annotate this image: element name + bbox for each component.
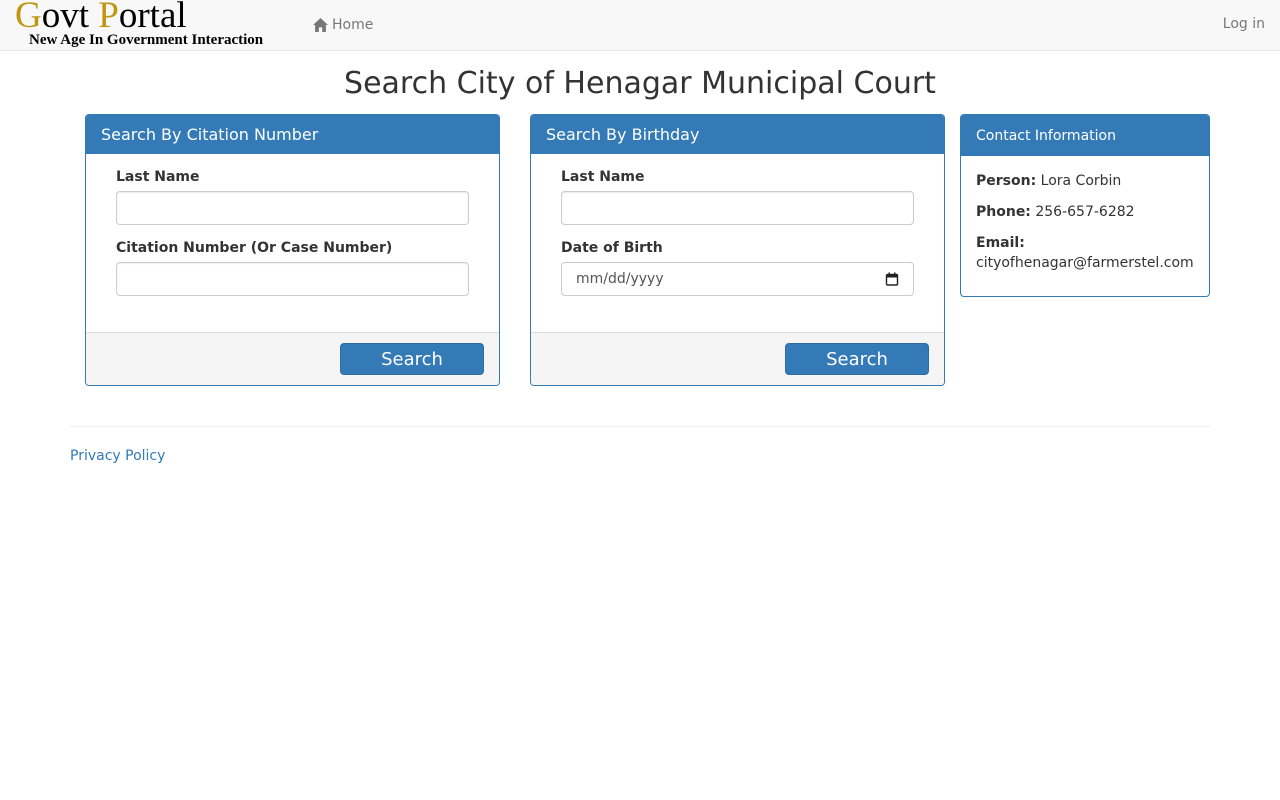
- contact-info-panel: Contact Information Person: Lora Corbin …: [960, 114, 1210, 297]
- contact-phone: Phone: 256-657-6282: [976, 202, 1194, 222]
- login-link[interactable]: Log in: [1223, 16, 1265, 32]
- contact-email: Email: cityofhenagar@farmerstel.com: [976, 233, 1194, 273]
- birthday-search-panel: Search By Birthday Last Name Date of Bir…: [530, 114, 945, 386]
- citation-panel-heading: Search By Citation Number: [86, 115, 499, 154]
- brand-logo[interactable]: Govt Portal New Age In Government Intera…: [15, 0, 285, 50]
- home-icon: [313, 18, 328, 32]
- person-value: Lora Corbin: [1040, 173, 1122, 189]
- dob-label: Date of Birth: [561, 240, 663, 256]
- calendar-icon[interactable]: [885, 272, 899, 286]
- citation-number-label: Citation Number (Or Case Number): [116, 240, 393, 256]
- contact-panel-body: Person: Lora Corbin Phone: 256-657-6282 …: [961, 156, 1209, 273]
- birthday-last-name-label: Last Name: [561, 169, 645, 185]
- footer-divider: [70, 426, 1210, 427]
- contact-panel-title: Contact Information: [976, 127, 1116, 144]
- phone-value: 256-657-6282: [1035, 204, 1135, 220]
- email-value: cityofhenagar@farmerstel.com: [976, 255, 1194, 271]
- birthday-search-button[interactable]: Search: [785, 343, 929, 375]
- person-label: Person:: [976, 173, 1037, 189]
- birthday-panel-title: Search By Birthday: [546, 125, 700, 144]
- phone-label: Phone:: [976, 204, 1031, 220]
- citation-search-button[interactable]: Search: [340, 343, 484, 375]
- birthday-last-name-input[interactable]: [561, 191, 914, 225]
- email-label: Email:: [976, 235, 1025, 251]
- dob-placeholder: mm/dd/yyyy: [576, 271, 664, 287]
- citation-number-input[interactable]: [116, 262, 469, 296]
- birthday-panel-heading: Search By Birthday: [531, 115, 944, 154]
- nav-home-link[interactable]: Home: [313, 15, 373, 35]
- citation-panel-title: Search By Citation Number: [101, 125, 319, 144]
- privacy-policy-link[interactable]: Privacy Policy: [70, 448, 165, 464]
- nav-home-label: Home: [332, 17, 374, 33]
- birthday-panel-body: Last Name Date of Birth mm/dd/yyyy: [531, 154, 944, 311]
- citation-last-name-label: Last Name: [116, 169, 200, 185]
- top-navbar: Govt Portal New Age In Government Intera…: [0, 0, 1280, 51]
- citation-panel-footer: Search: [86, 332, 499, 385]
- dob-input[interactable]: mm/dd/yyyy: [561, 262, 914, 296]
- page-title: Search City of Henagar Municipal Court: [344, 66, 936, 101]
- contact-panel-heading: Contact Information: [961, 115, 1209, 156]
- citation-search-panel: Search By Citation Number Last Name Cita…: [85, 114, 500, 386]
- brand-tagline: New Age In Government Interaction: [29, 32, 264, 48]
- citation-panel-body: Last Name Citation Number (Or Case Numbe…: [86, 154, 499, 326]
- citation-last-name-input[interactable]: [116, 191, 469, 225]
- birthday-panel-footer: Search: [531, 332, 944, 385]
- contact-person: Person: Lora Corbin: [976, 171, 1194, 191]
